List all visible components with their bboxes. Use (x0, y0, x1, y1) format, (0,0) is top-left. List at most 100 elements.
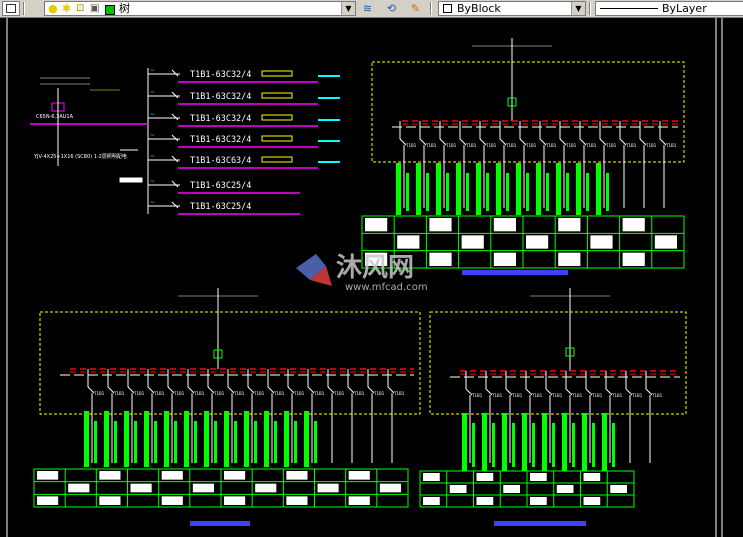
cable-spec (274, 421, 277, 463)
circuit-id: ~ (150, 153, 155, 160)
cable-spec (294, 421, 297, 463)
table-cell-text (255, 483, 277, 493)
branch-note: T1B1 (485, 143, 497, 148)
branch-note: T1B1 (445, 143, 457, 148)
cable-spec (512, 423, 515, 467)
color-control[interactable]: ByBlock ▼ (438, 1, 586, 16)
cable-note (261, 135, 293, 142)
layer-name: 树 (119, 2, 130, 15)
breaker-label: T1B1-63C32/4 (190, 114, 251, 124)
cable-spec (552, 423, 555, 467)
chevron-down-icon[interactable]: ▼ (341, 2, 355, 15)
cable-spec (174, 421, 177, 463)
table-cell-text (365, 218, 388, 232)
cable-spec (556, 163, 561, 215)
panel-boundary (429, 311, 687, 415)
table-cell-text (397, 235, 420, 249)
branch-note: T1B1 (253, 391, 265, 396)
table-cell-text (526, 235, 549, 249)
branch-note: T1B1 (505, 143, 517, 148)
layer-state-icon[interactable]: ✎ (408, 1, 423, 16)
watermark-brand: 沐风网 (336, 253, 414, 283)
layer-icon (6, 4, 16, 13)
cable-spec (456, 163, 461, 215)
circuit-id: ~ (150, 67, 155, 74)
cable-spec (592, 423, 595, 467)
branch-note: T1B1 (333, 391, 345, 396)
panel-boundary (39, 311, 421, 415)
toolbar-separator (589, 2, 591, 15)
layer-match-icon[interactable]: ≋ (360, 1, 375, 16)
panel-note: C65N-6.3AU1A (36, 114, 74, 120)
branch-note: T1B1 (153, 391, 165, 396)
cable-spec (492, 423, 495, 467)
breaker-label: T1B1-63C25/4 (190, 202, 251, 212)
table-cell-text (449, 485, 467, 493)
table-cell-text (583, 473, 601, 481)
cable-spec (416, 163, 421, 215)
table-cell-text (224, 496, 246, 505)
table-cell-text (558, 252, 581, 266)
branch-note: T1B1 (511, 393, 523, 398)
cable-spec (536, 163, 541, 215)
lightbulb-icon[interactable]: ● (48, 2, 58, 15)
circuit-id: ~ (150, 111, 155, 118)
layer-previous-icon[interactable]: ⟲ (384, 1, 399, 16)
color-swatch-icon (443, 4, 452, 13)
cable-spec (134, 421, 137, 463)
breaker-label: T1B1-63C32/4 (190, 70, 251, 80)
branch-note: T1B1 (531, 393, 543, 398)
cable-note (261, 92, 293, 99)
branch-note: T1B1 (525, 143, 537, 148)
cable-spec (114, 421, 117, 463)
cable-spec (532, 423, 535, 467)
linetype-control[interactable]: ByLayer (595, 1, 743, 16)
cable-spec (154, 421, 157, 463)
cable-spec (254, 421, 257, 463)
cable-spec (506, 173, 509, 211)
branch-note: T1B1 (293, 391, 305, 396)
chevron-down-icon[interactable]: ▼ (571, 2, 585, 15)
cable-spec (582, 413, 587, 471)
table-cell-text (530, 473, 547, 481)
branch-note: T1B1 (545, 143, 557, 148)
cable-spec (486, 173, 489, 211)
breaker-contact (171, 180, 179, 188)
cable-spec (446, 173, 449, 211)
branch-note: T1B1 (193, 391, 205, 396)
cable-spec (314, 421, 317, 463)
branch-note: T1B1 (465, 143, 477, 148)
cable-spec (466, 173, 469, 211)
branch-note: T1B1 (133, 391, 145, 396)
table-cell-text (622, 252, 645, 266)
layer-control[interactable]: ● ✱ ⊡ ▣ 树 ▼ (44, 1, 356, 16)
linetype-value: ByLayer (662, 2, 707, 15)
cable-spec (214, 421, 217, 463)
cable-spec (462, 413, 467, 471)
table-cell-text (654, 235, 677, 249)
branch-note: T1B1 (425, 143, 437, 148)
cable-spec (546, 173, 549, 211)
cable-spec (194, 421, 197, 463)
cable-spec (502, 413, 507, 471)
cable-spec (596, 163, 601, 215)
branch-note: T1B1 (471, 393, 483, 398)
breaker-contact (171, 201, 179, 209)
lock-icon[interactable]: ⊡ (76, 2, 84, 15)
table-cell-text (461, 235, 484, 249)
watermark-url: www.mfcad.com (345, 282, 428, 293)
branch-note: T1B1 (551, 393, 563, 398)
table-cell-text (556, 485, 574, 493)
sun-icon[interactable]: ✱ (62, 2, 71, 15)
cable-spec (144, 411, 149, 467)
branch-note: T1B1 (405, 143, 417, 148)
color-value: ByBlock (457, 2, 501, 15)
table-cell-text (610, 485, 627, 493)
layer-dropdown[interactable] (2, 1, 20, 16)
drawing-canvas[interactable]: ~ T1B1-63C32/4 ~ T1B1-63C32/4 ~ T1B1-63C32/4 ~… (0, 18, 743, 537)
cable-spec (436, 163, 441, 215)
cable-spec (104, 411, 109, 467)
table-cell-text (161, 471, 183, 480)
table-cell-text (476, 473, 494, 481)
plot-icon[interactable]: ▣ (90, 2, 99, 15)
